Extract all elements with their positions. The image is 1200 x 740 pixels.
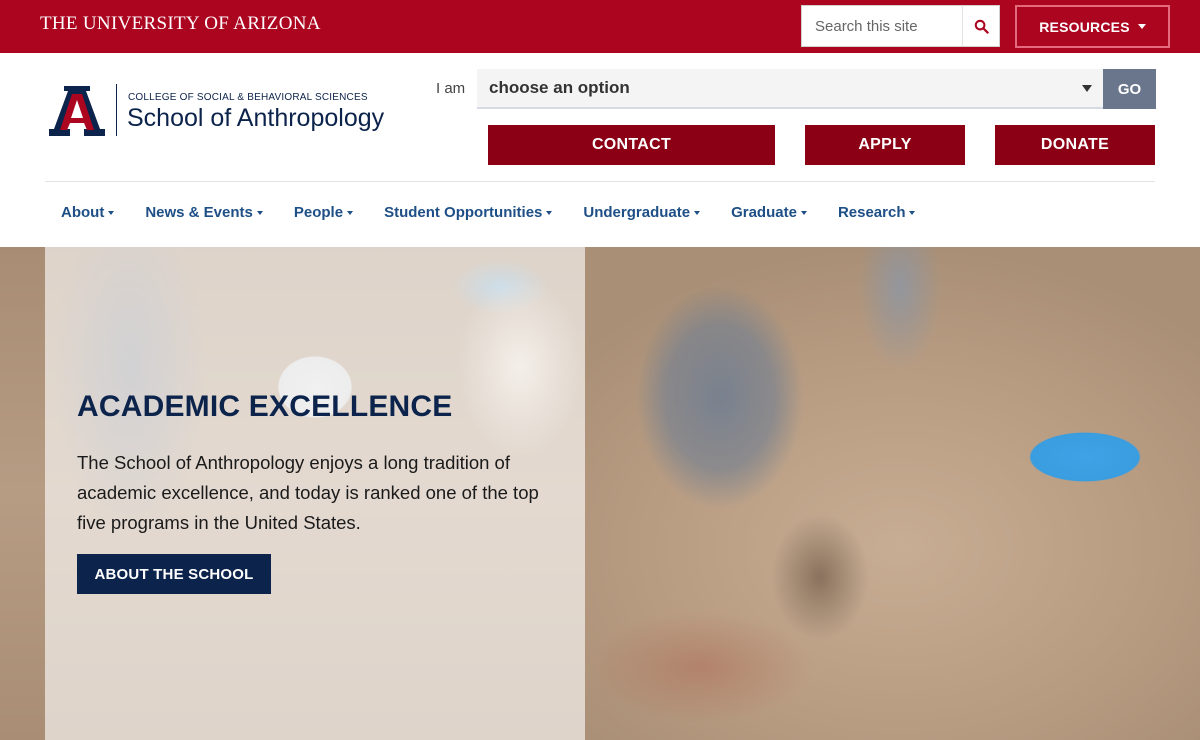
nav-item-label: Student Opportunities (384, 204, 543, 221)
audience-select[interactable]: choose an option (477, 69, 1104, 109)
chevron-down-icon (800, 210, 807, 215)
hero-banner: ACADEMIC EXCELLENCE The School of Anthro… (0, 247, 1200, 740)
nav-item-student-opportunities[interactable]: Student Opportunities (384, 204, 553, 221)
nav-item-label: Research (837, 204, 906, 221)
nav-item-label: Undergraduate (583, 204, 691, 221)
apply-button[interactable]: APPLY (805, 125, 965, 165)
chevron-down-icon (694, 210, 701, 215)
resources-button[interactable]: RESOURCES (1015, 5, 1170, 48)
chevron-down-icon (546, 210, 553, 215)
nav-item-label: Graduate (731, 204, 797, 221)
chevron-down-icon (108, 210, 115, 215)
school-logo[interactable]: COLLEGE OF SOCIAL & BEHAVIORAL SCIENCES … (47, 84, 407, 139)
university-wordmark[interactable]: The University of Arizona (40, 13, 321, 35)
resources-label: RESOURCES (1039, 18, 1130, 35)
nav-item-news-events[interactable]: News & Events (145, 204, 263, 221)
wordmark-university: University (82, 13, 200, 34)
college-name: COLLEGE OF SOCIAL & BEHAVIORAL SCIENCES (128, 92, 368, 103)
nav-item-about[interactable]: About (61, 204, 115, 221)
go-button[interactable]: GO (1103, 69, 1156, 109)
wordmark-the: The (40, 13, 78, 34)
about-the-school-button[interactable]: ABOUT THE SCHOOL (77, 554, 271, 594)
audience-select-value: choose an option (489, 78, 630, 97)
top-bar: The University of Arizona RESOURCES (0, 0, 1200, 53)
hero-title: ACADEMIC EXCELLENCE (77, 390, 453, 423)
school-name: School of Anthropology (127, 104, 385, 132)
block-a-logo-icon (49, 86, 105, 136)
chevron-down-icon (1137, 24, 1146, 29)
contact-button[interactable]: CONTACT (488, 125, 775, 165)
search-button[interactable] (962, 5, 1000, 47)
nav-item-undergraduate[interactable]: Undergraduate (583, 204, 701, 221)
nav-item-label: About (61, 204, 105, 221)
chevron-down-icon (1082, 85, 1092, 92)
nav-item-graduate[interactable]: Graduate (731, 204, 807, 221)
header-divider (45, 181, 1155, 182)
search-input[interactable] (801, 5, 963, 47)
donate-button[interactable]: DONATE (995, 125, 1155, 165)
logo-divider (116, 84, 117, 136)
chevron-down-icon (347, 210, 354, 215)
wordmark-of: of (204, 13, 230, 34)
nav-item-label: People (293, 204, 344, 221)
hero-description: The School of Anthropology enjoys a long… (77, 452, 539, 533)
nav-item-research[interactable]: Research (838, 204, 916, 221)
chevron-down-icon (256, 210, 263, 215)
search-icon (974, 19, 989, 34)
nav-item-people[interactable]: People (293, 204, 354, 221)
iam-label: I am (436, 80, 466, 97)
wordmark-arizona: Arizona (233, 13, 321, 34)
nav-item-label: News & Events (145, 204, 253, 221)
chevron-down-icon (909, 210, 916, 215)
main-nav: About News & Events People Student Oppor… (61, 204, 946, 221)
